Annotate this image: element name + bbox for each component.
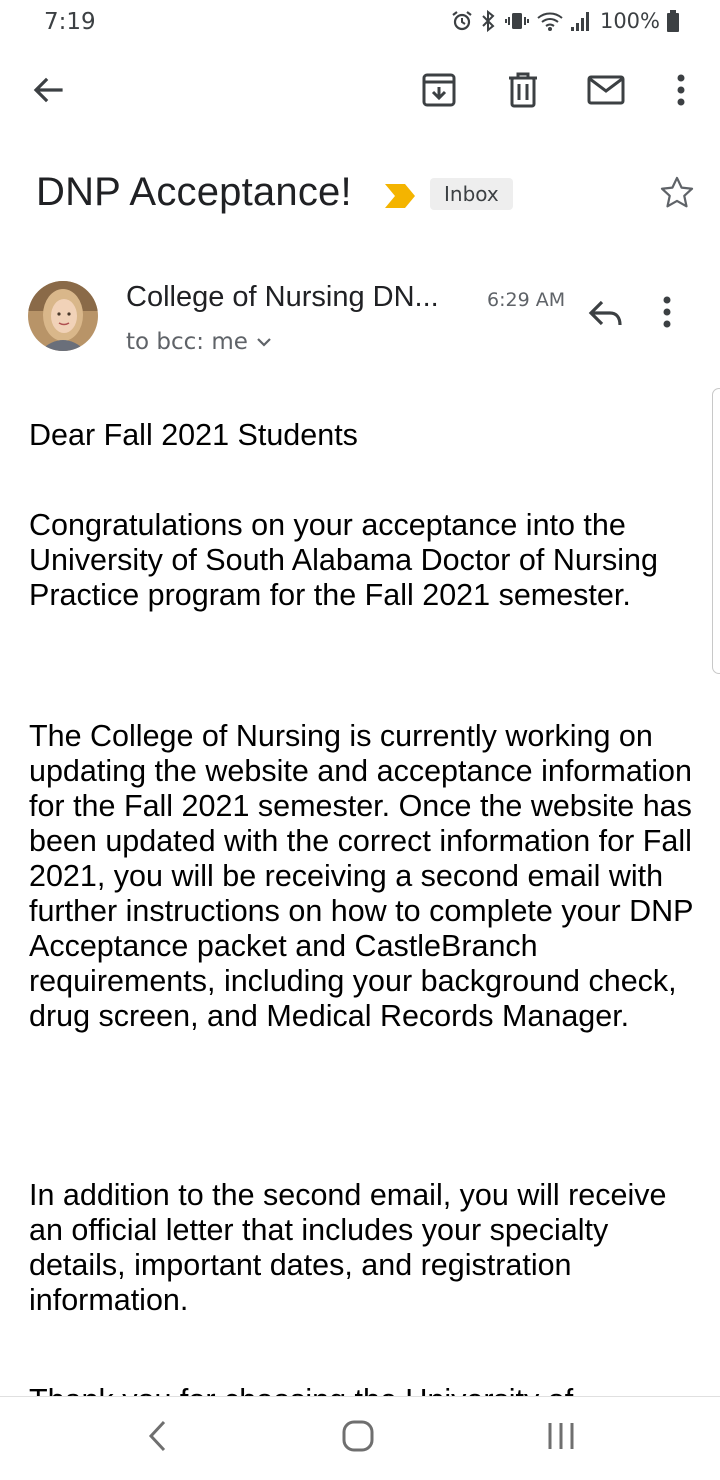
star-icon [660, 176, 694, 208]
more-vert-icon [663, 296, 671, 328]
email-subject: DNP Acceptance! [36, 170, 352, 214]
scroll-handle[interactable] [712, 388, 720, 674]
body-greeting: Dear Fall 2021 Students [29, 418, 358, 452]
delete-button[interactable] [503, 70, 543, 110]
reply-icon [588, 300, 622, 326]
avatar-photo [28, 281, 98, 351]
alarm-icon [452, 11, 472, 31]
recipients-text: to bcc: me [126, 329, 248, 355]
nav-recents-button[interactable] [546, 1419, 576, 1458]
email-time: 6:29 AM [487, 289, 566, 311]
sender-name[interactable]: College of Nursing DN... [126, 281, 471, 314]
vibrate-icon [504, 13, 529, 29]
nav-back-icon [148, 1420, 166, 1452]
important-icon [385, 184, 415, 208]
recipients-toggle[interactable]: to bcc: me [126, 329, 272, 355]
status-time: 7:19 [44, 9, 96, 35]
nav-home-icon [342, 1420, 374, 1452]
status-bar: 7:19 100% [0, 0, 720, 44]
message-more-button[interactable] [662, 296, 672, 333]
trash-icon [509, 72, 537, 108]
archive-button[interactable] [419, 70, 459, 110]
sender-avatar[interactable] [28, 281, 98, 351]
wifi-icon [537, 12, 563, 31]
body-paragraph: The College of Nursing is currently work… [29, 719, 693, 1033]
chevron-down-icon [257, 338, 271, 347]
nav-home-button[interactable] [341, 1419, 375, 1458]
body-paragraph: In addition to the second email, you wil… [29, 1178, 667, 1317]
star-button[interactable] [658, 174, 696, 217]
signal-icon [570, 12, 589, 31]
important-marker[interactable] [384, 183, 416, 214]
bluetooth-icon [482, 9, 495, 33]
back-button[interactable] [28, 70, 68, 110]
battery-percent: 100% [599, 9, 660, 33]
toolbar [0, 60, 720, 120]
battery-icon [667, 10, 679, 32]
more-vert-icon [677, 74, 685, 106]
status-icons: 100% [450, 9, 680, 33]
body-paragraph: Congratulations on your acceptance into … [29, 508, 658, 612]
mail-icon [587, 75, 625, 105]
nav-back-button[interactable] [146, 1419, 170, 1458]
mark-unread-button[interactable] [586, 70, 626, 110]
reply-button[interactable] [586, 294, 626, 339]
arrow-back-icon [33, 77, 63, 103]
inbox-label-chip[interactable]: Inbox [430, 178, 513, 210]
more-options-button[interactable] [661, 70, 701, 110]
system-nav-bar [0, 1396, 720, 1480]
archive-icon [422, 73, 456, 107]
nav-recents-icon [548, 1423, 574, 1449]
